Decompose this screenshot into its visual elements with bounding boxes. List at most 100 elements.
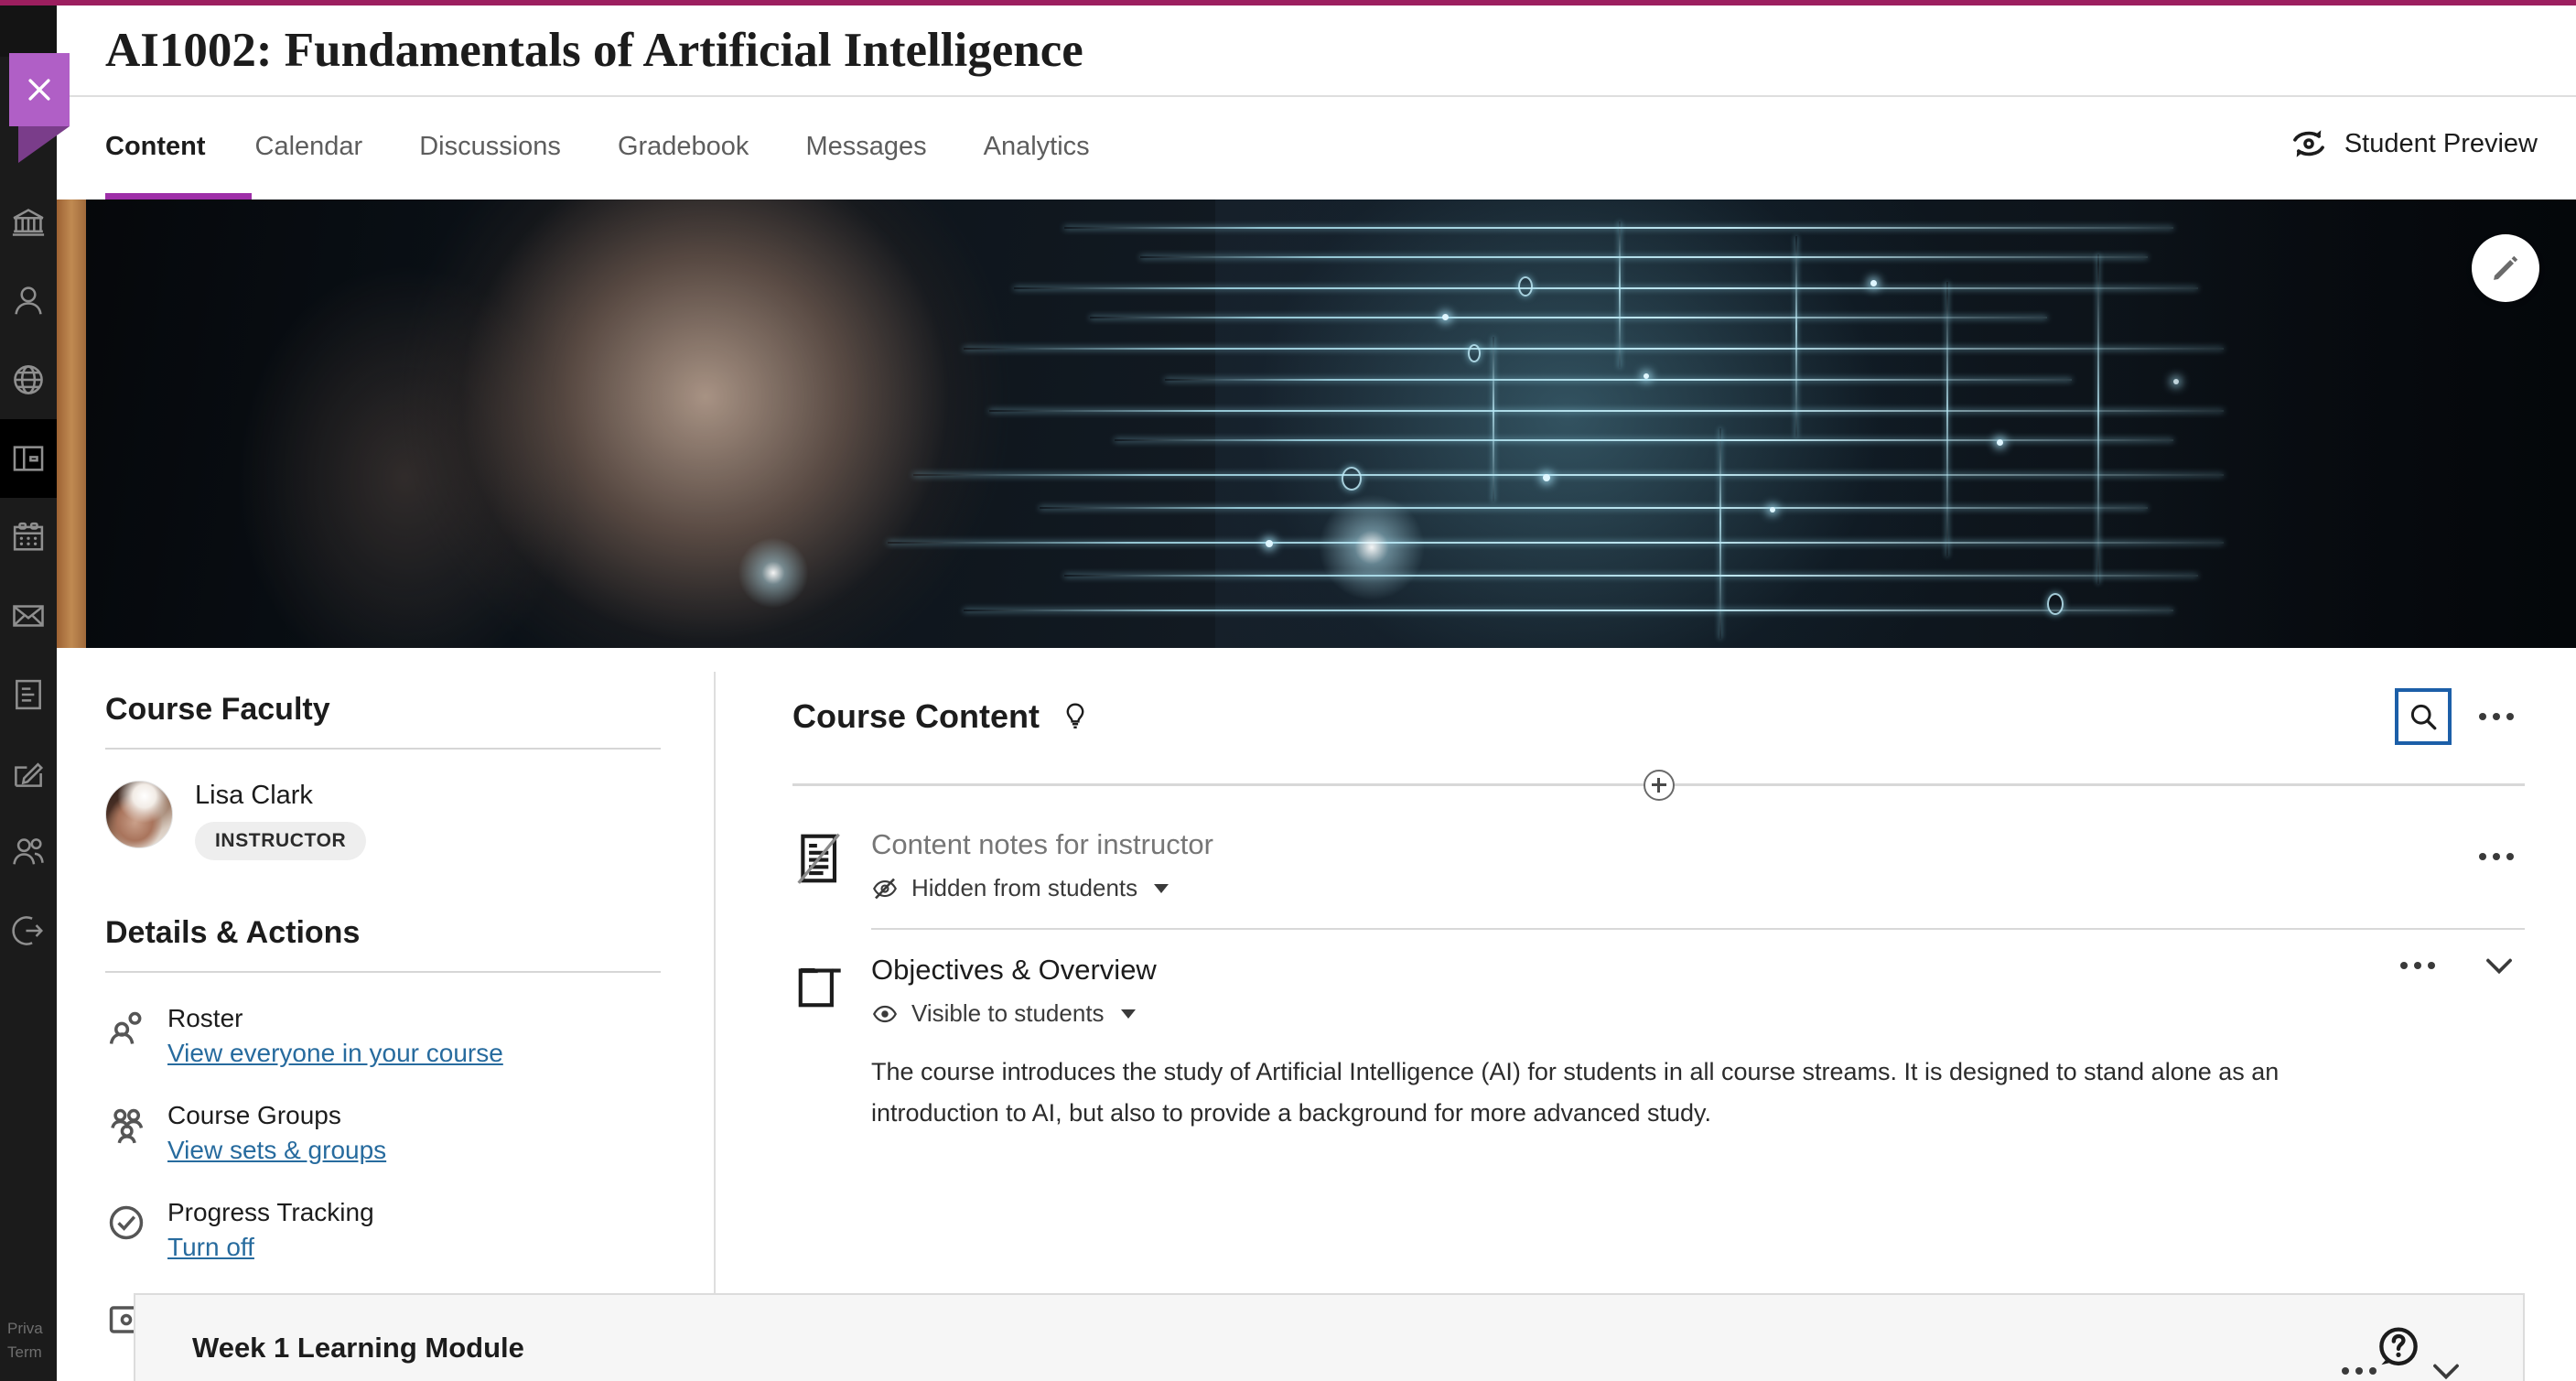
tab-content-label: Content bbox=[105, 132, 206, 161]
student-preview-button[interactable]: Student Preview bbox=[2290, 124, 2538, 163]
content-more-options-button[interactable] bbox=[2468, 688, 2525, 745]
sidebar-item-tools[interactable] bbox=[0, 734, 57, 813]
content-row-actions bbox=[2389, 937, 2525, 994]
sidebar-item-profile[interactable] bbox=[0, 262, 57, 340]
visibility-label: Visible to students bbox=[911, 999, 1105, 1027]
terms-link[interactable]: Term bbox=[7, 1341, 57, 1365]
global-sidebar: Priva Term bbox=[0, 0, 70, 1381]
banner-portrait bbox=[57, 200, 1216, 648]
grades-icon bbox=[16, 679, 41, 710]
main-panel: AI1002: Fundamentals of Artificial Intel… bbox=[57, 5, 2576, 1381]
visibility-toggle-objectives[interactable]: Visible to students bbox=[871, 999, 1136, 1028]
sidebar-footer-links: Priva Term bbox=[7, 1317, 57, 1365]
search-button[interactable] bbox=[2395, 688, 2452, 745]
tab-content[interactable]: Content bbox=[105, 97, 252, 201]
content-row-title: Content notes for instructor bbox=[871, 828, 1213, 860]
course-content-title: Course Content bbox=[792, 697, 1040, 735]
check-circle-icon bbox=[105, 1202, 147, 1244]
help-icon bbox=[2379, 1327, 2418, 1366]
sidebar-item-messages[interactable] bbox=[0, 577, 57, 655]
page-title: AI1002: Fundamentals of Artificial Intel… bbox=[105, 24, 1083, 77]
chevron-down-icon bbox=[2486, 958, 2512, 975]
detail-title: Course Groups bbox=[167, 1101, 341, 1129]
courses-icon bbox=[13, 446, 44, 471]
detail-item-body: Course Groups View sets & groups bbox=[167, 1101, 386, 1165]
kebab-icon bbox=[2479, 713, 2514, 720]
close-course-button[interactable] bbox=[9, 53, 70, 163]
learning-module-card[interactable]: Week 1 Learning Module bbox=[134, 1293, 2525, 1381]
course-banner bbox=[57, 200, 2576, 648]
learning-module-title: Week 1 Learning Module bbox=[192, 1332, 524, 1364]
faculty-info: Lisa Clark INSTRUCTOR bbox=[195, 781, 367, 860]
details-actions-heading: Details & Actions bbox=[105, 915, 661, 973]
folder-icon bbox=[792, 954, 871, 1012]
edit-course-image-button[interactable] bbox=[2472, 234, 2539, 302]
content-row-notes[interactable]: Content notes for instructor Hidden from… bbox=[792, 821, 2525, 928]
tab-gradebook[interactable]: Gradebook bbox=[618, 97, 777, 201]
course-tab-bar: Content Calendar Discussions Gradebook M… bbox=[57, 95, 2576, 201]
detail-link-roster[interactable]: View everyone in your course bbox=[167, 1039, 503, 1067]
detail-item-course-groups: Course Groups View sets & groups bbox=[105, 1101, 661, 1165]
sidebar-item-groups[interactable] bbox=[0, 813, 57, 891]
sidebar-item-activity-stream[interactable] bbox=[0, 340, 57, 419]
content-row-description: The course introduces the study of Artif… bbox=[871, 1058, 2280, 1127]
detail-link-course-groups[interactable]: View sets & groups bbox=[167, 1136, 386, 1164]
visibility-toggle-notes[interactable]: Hidden from students bbox=[871, 874, 1169, 902]
help-button[interactable] bbox=[2373, 1322, 2424, 1374]
people-icon bbox=[13, 838, 44, 865]
chevron-down-icon bbox=[1154, 883, 1169, 893]
kebab-icon bbox=[2479, 853, 2514, 860]
avatar[interactable] bbox=[105, 781, 173, 848]
learning-module-collapse-button[interactable] bbox=[2420, 1345, 2472, 1381]
course-faculty-heading: Course Faculty bbox=[105, 692, 661, 750]
tab-discussions[interactable]: Discussions bbox=[419, 97, 588, 201]
tab-calendar[interactable]: Calendar bbox=[255, 97, 391, 201]
course-banner-image bbox=[57, 200, 2576, 648]
add-content-divider bbox=[792, 769, 2525, 801]
collapse-toggle-button[interactable] bbox=[2474, 940, 2525, 991]
detail-title: Roster bbox=[167, 1004, 243, 1032]
content-row-actions bbox=[2468, 828, 2525, 885]
mail-icon bbox=[13, 605, 44, 627]
tab-gradebook-label: Gradebook bbox=[617, 132, 749, 161]
content-row-more-button[interactable] bbox=[2468, 828, 2525, 885]
banner-left-strip bbox=[57, 200, 86, 648]
institution-icon bbox=[12, 209, 45, 236]
sidebar-item-institution-page[interactable] bbox=[0, 183, 57, 262]
sidebar-item-courses[interactable] bbox=[0, 419, 57, 498]
privacy-link[interactable]: Priva bbox=[7, 1317, 57, 1341]
sidebar-top-spacer bbox=[0, 0, 57, 57]
course-content-header: Course Content bbox=[792, 688, 2525, 745]
faculty-list-item[interactable]: Lisa Clark INSTRUCTOR bbox=[105, 781, 661, 860]
faculty-name: Lisa Clark bbox=[195, 781, 313, 810]
course-body: Course Faculty Lisa Clark INSTRUCTOR Det… bbox=[57, 648, 2576, 1381]
pencil-square-icon bbox=[15, 762, 44, 787]
content-row-objectives[interactable]: Objectives & Overview Visible to student… bbox=[792, 930, 2525, 1160]
close-icon bbox=[28, 79, 50, 101]
course-content-actions bbox=[2395, 688, 2525, 745]
chevron-down-icon bbox=[1120, 1009, 1136, 1019]
tab-calendar-label: Calendar bbox=[254, 132, 363, 161]
tab-messages[interactable]: Messages bbox=[805, 97, 954, 201]
detail-link-progress-tracking[interactable]: Turn off bbox=[167, 1233, 254, 1261]
detail-item-body: Progress Tracking Turn off bbox=[167, 1198, 374, 1262]
lightbulb-icon[interactable] bbox=[1060, 701, 1091, 732]
course-content-panel: Course Content Content notes for instruc… bbox=[716, 648, 2576, 1381]
add-content-button[interactable] bbox=[1643, 769, 1675, 801]
sidebar-item-grades[interactable] bbox=[0, 655, 57, 734]
student-preview-icon bbox=[2292, 130, 2324, 157]
course-content-title-group: Course Content bbox=[792, 697, 1091, 736]
student-preview-label: Student Preview bbox=[2344, 128, 2538, 158]
tab-analytics[interactable]: Analytics bbox=[984, 97, 1117, 201]
content-row-more-button[interactable] bbox=[2389, 937, 2446, 994]
note-icon bbox=[792, 828, 871, 887]
kebab-icon bbox=[2342, 1367, 2377, 1375]
sidebar-nav-list bbox=[0, 183, 57, 970]
content-row-body: Content notes for instructor Hidden from… bbox=[871, 828, 2525, 902]
sidebar-item-calendar[interactable] bbox=[0, 498, 57, 577]
course-details-panel: Course Faculty Lisa Clark INSTRUCTOR Det… bbox=[57, 648, 716, 1381]
calendar-icon bbox=[13, 522, 44, 551]
logout-icon bbox=[12, 916, 43, 945]
eye-slash-icon bbox=[873, 878, 897, 899]
sidebar-item-sign-out[interactable] bbox=[0, 891, 57, 970]
